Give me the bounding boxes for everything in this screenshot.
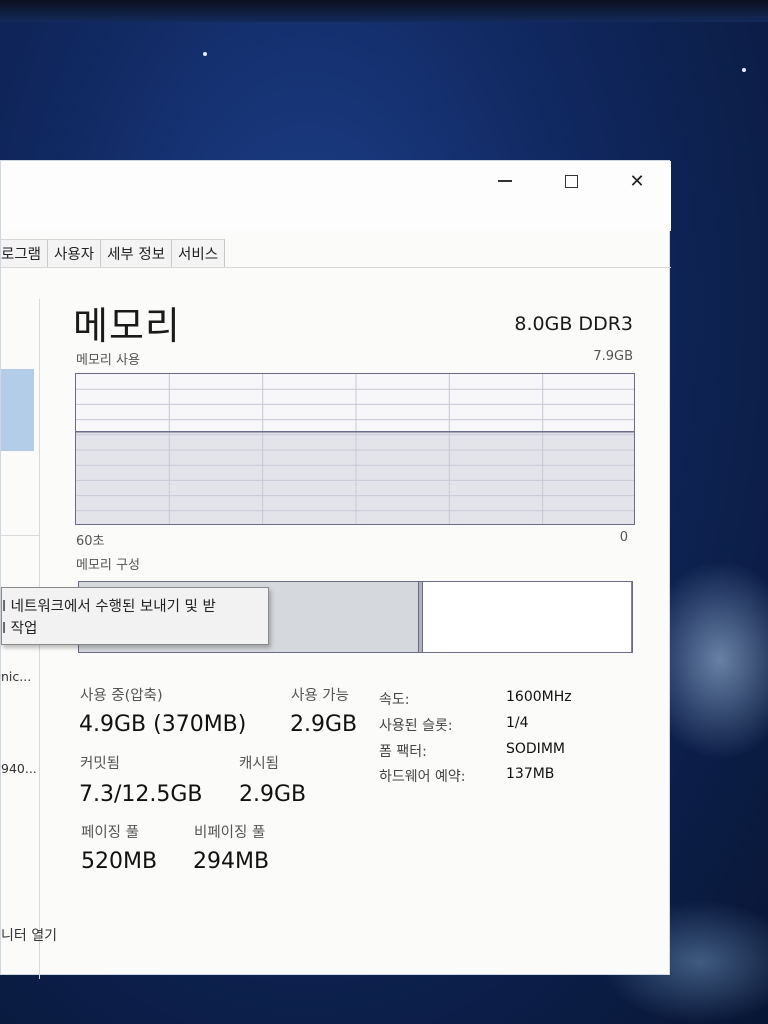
maximize-button[interactable] <box>551 167 591 195</box>
close-icon: ✕ <box>629 170 645 192</box>
tab-divider <box>1 267 671 268</box>
composition-standby-segment <box>423 582 632 652</box>
slots-used-label: 사용된 슬롯: <box>379 718 453 734</box>
page-title: 메모리 <box>73 304 181 348</box>
available-value: 2.9GB <box>290 712 358 737</box>
paged-pool-label: 페이징 풀 <box>81 825 139 841</box>
tooltip: l 네트워크에서 수행된 보내기 및 받 l 작업 <box>1 587 269 645</box>
nonpaged-pool-label: 비페이징 풀 <box>194 825 266 841</box>
monitor-bezel <box>0 0 768 22</box>
hardware-reserved-label: 하드웨어 예약: <box>379 769 466 785</box>
close-button[interactable]: ✕ <box>617 167 657 195</box>
form-factor-value: SODIMM <box>506 741 565 757</box>
available-label: 사용 가능 <box>291 688 349 704</box>
tab-bar: 로그램 사용자 세부 정보 서비스 <box>1 239 226 267</box>
graph-axis-start-label: 60초 <box>76 534 105 549</box>
in-use-value: 4.9GB (370MB) <box>79 712 247 737</box>
tooltip-line: l 네트워크에서 수행된 보내기 및 받 <box>2 599 216 615</box>
form-factor-label: 폼 팩터: <box>379 744 427 760</box>
sidebar-item-label[interactable]: nic... <box>1 669 31 684</box>
graph-axis-end-label: 0 <box>619 530 628 545</box>
committed-value: 7.3/12.5GB <box>79 782 203 807</box>
maximize-icon <box>564 174 578 188</box>
memory-usage-graph-svg <box>76 374 634 524</box>
minimize-button[interactable] <box>485 167 525 195</box>
speed-label: 속도: <box>379 692 410 708</box>
hardware-reserved-value: 137MB <box>506 766 555 782</box>
sidebar-item-memory-selected[interactable] <box>1 369 34 451</box>
speed-value: 1600MHz <box>506 689 572 705</box>
desktop-star <box>203 52 207 56</box>
open-resource-monitor-link[interactable]: 니터 열기 <box>1 925 57 945</box>
task-manager-window: ✕ 로그램 사용자 세부 정보 서비스 nic... 940... 메모리 8.… <box>0 160 671 979</box>
tab-services[interactable]: 서비스 <box>172 239 226 267</box>
minimize-icon <box>498 180 512 182</box>
desktop-star <box>742 68 746 72</box>
cached-label: 캐시됨 <box>239 756 280 772</box>
slots-used-value: 1/4 <box>506 715 529 731</box>
cached-value: 2.9GB <box>239 782 307 807</box>
paged-pool-value: 520MB <box>81 849 158 874</box>
tab-startup-programs[interactable]: 로그램 <box>1 239 49 267</box>
memory-usage-max: 7.9GB <box>593 349 633 364</box>
committed-label: 커밋됨 <box>80 756 121 772</box>
tooltip-line: l 작업 <box>2 621 38 637</box>
tab-users[interactable]: 사용자 <box>48 239 102 267</box>
sidebar-item-label[interactable]: 940... <box>1 761 37 776</box>
memory-spec: 8.0GB DDR3 <box>514 313 633 335</box>
memory-usage-graph <box>75 373 635 525</box>
memory-composition-label: 메모리 구성 <box>76 558 140 573</box>
title-bar[interactable]: ✕ <box>1 161 671 231</box>
in-use-label: 사용 중(압축) <box>80 688 163 704</box>
sidebar-separator <box>1 535 39 536</box>
nonpaged-pool-value: 294MB <box>193 849 270 874</box>
tab-details[interactable]: 세부 정보 <box>101 239 173 267</box>
memory-usage-label: 메모리 사용 <box>76 353 140 368</box>
